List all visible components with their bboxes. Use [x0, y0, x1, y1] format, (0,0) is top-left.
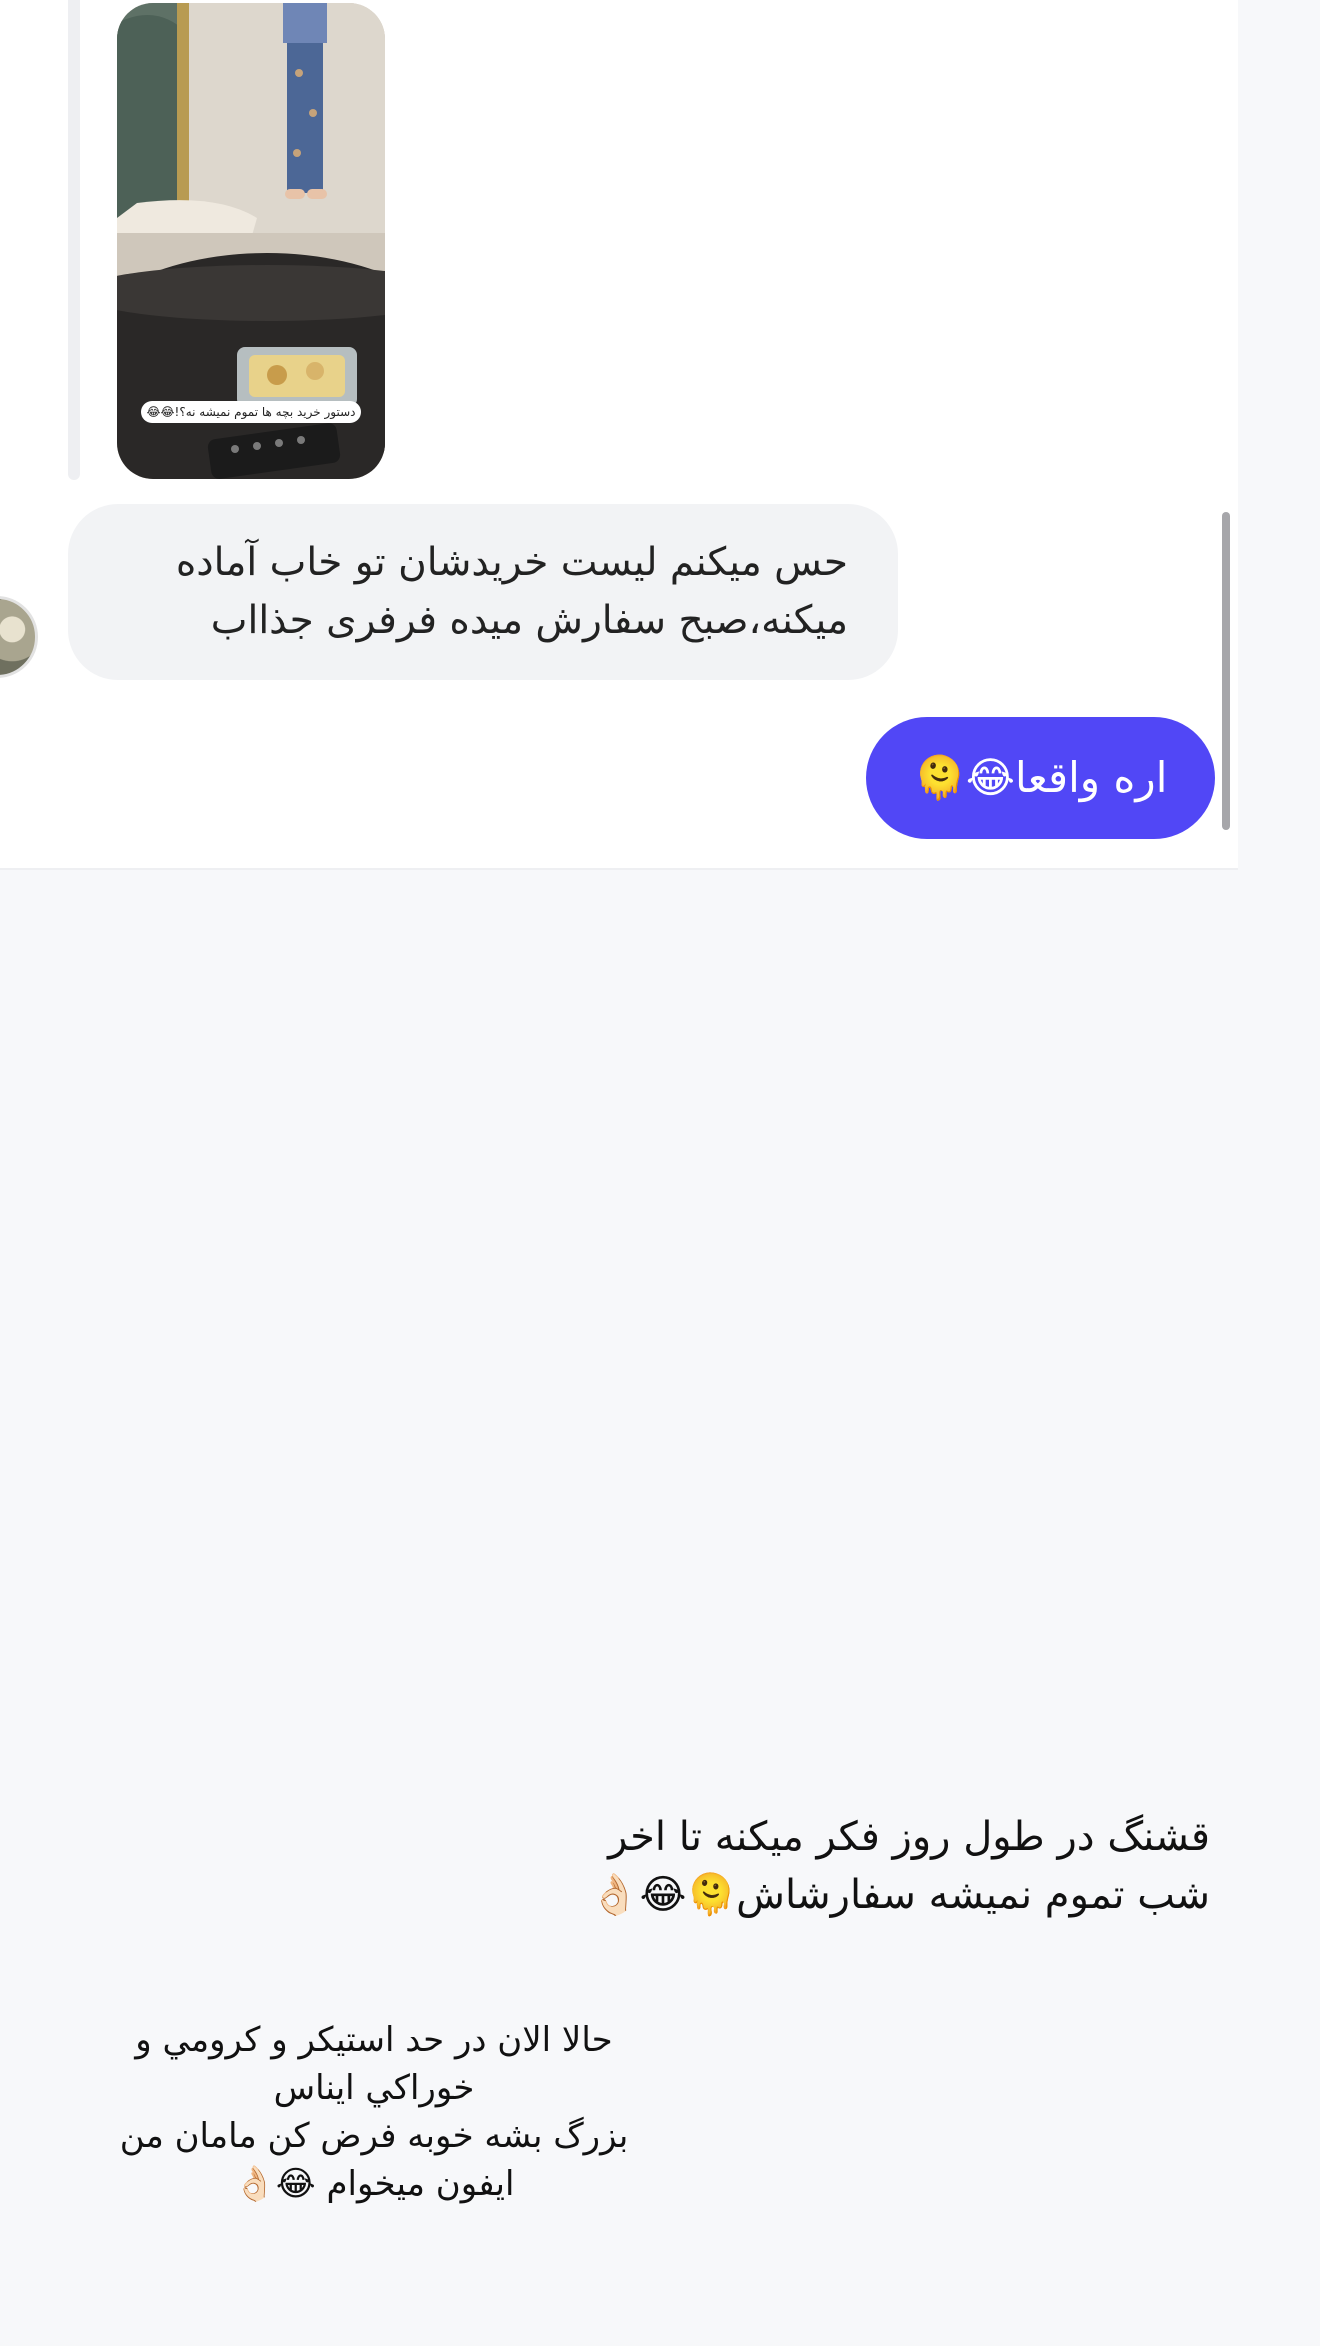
message-text-line: حس میکنم لیست خریدشان تو خاب آماده — [175, 540, 848, 585]
chat-panel: دستور خرید بچه ها تموم نمیشه نه؟!😂😂 حس م… — [0, 0, 1238, 870]
outgoing-message-bubble[interactable]: اره واقعا😂🫠 — [866, 717, 1215, 839]
caption-line: ايفون ميخوام 😂👌🏻 — [233, 2164, 515, 2204]
sender-avatar[interactable] — [0, 596, 38, 678]
video-caption: دستور خرید بچه ها تموم نمیشه نه؟!😂😂 — [141, 401, 361, 423]
caption-text-right: قشنگ در طول روز فکر میکنه تا اخر شب تموم… — [589, 1808, 1210, 1924]
message-text: اره واقعا😂🫠 — [913, 753, 1168, 802]
incoming-message-bubble[interactable]: حس میکنم لیست خریدشان تو خاب آماده میکنه… — [68, 504, 898, 680]
caption-text-left: حالا الان در حد استيكر و كرومي و خوراكي … — [104, 2016, 644, 2208]
video-thumbnail[interactable]: دستور خرید بچه ها تموم نمیشه نه؟!😂😂 — [117, 3, 385, 479]
reply-quote-bar — [68, 0, 80, 480]
chat-scrollbar[interactable] — [1222, 512, 1230, 830]
message-text-line: میکنه،صبح سفارش میده فرفری جذااب — [210, 598, 848, 643]
caption-line: خوراكي ايناس — [273, 2068, 475, 2108]
caption-line: شب تموم نمیشه سفارشاش🫠😂👌🏻 — [589, 1872, 1210, 1918]
caption-line: حالا الان در حد استيكر و كرومي و — [135, 2020, 613, 2060]
caption-line: بزرگ بشه خوبه فرض كن مامان من — [119, 2116, 629, 2156]
caption-line: قشنگ در طول روز فکر میکنه تا اخر — [608, 1814, 1210, 1860]
